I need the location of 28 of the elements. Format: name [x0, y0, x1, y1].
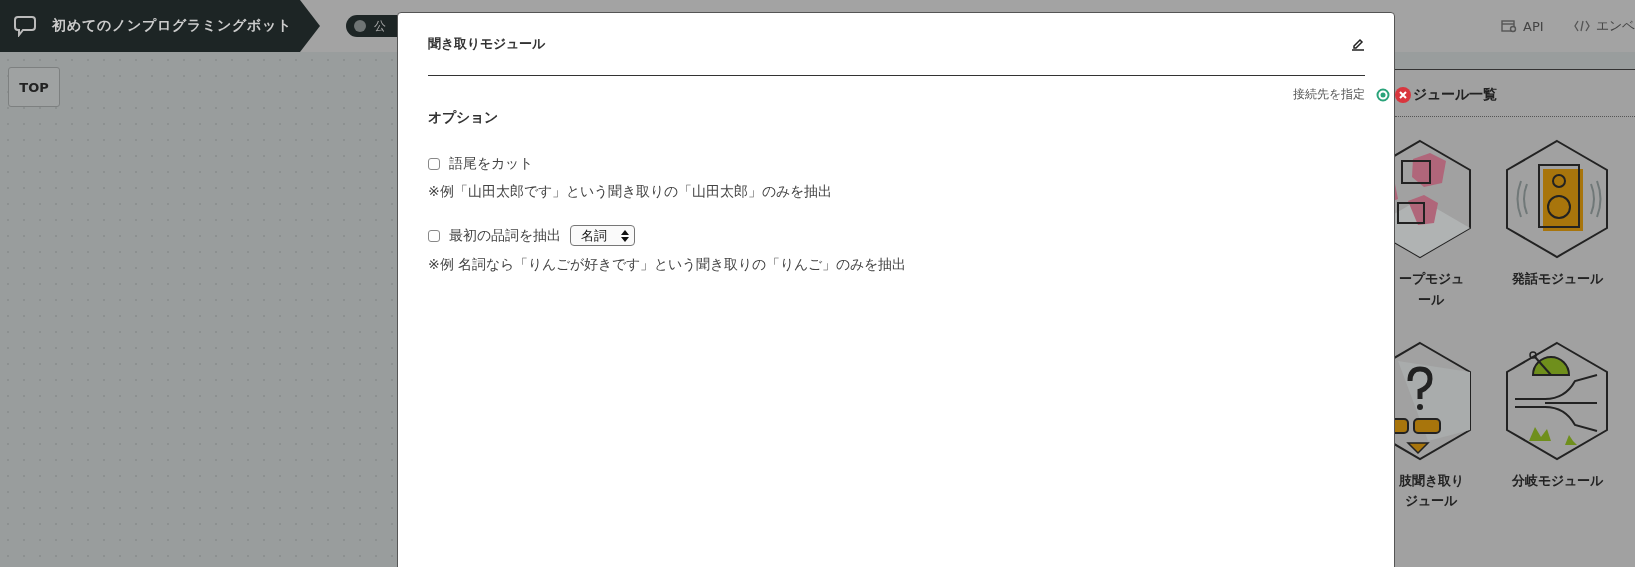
option-label: 語尾をカット: [449, 155, 533, 173]
close-icon[interactable]: [1395, 86, 1411, 103]
target-icon[interactable]: [1376, 87, 1390, 102]
code-icon: [1573, 20, 1590, 32]
option-note: ※例 名詞なら「りんごが好きです」という聞き取りの「りんご」のみを抽出: [428, 256, 908, 274]
module-label: 発話モジュール: [1511, 270, 1603, 288]
speaker-hex-icon[interactable]: [1505, 139, 1609, 259]
window-gear-icon: [1501, 19, 1517, 33]
section-title: オプション: [428, 109, 499, 127]
option-note: ※例「山田太郎です」という聞き取りの「山田太郎」のみを抽出: [428, 183, 833, 201]
checkbox[interactable]: [428, 229, 440, 242]
connect-label: 接続先を指定: [1293, 86, 1365, 103]
option-label: 最初の品詞を抽出: [449, 226, 561, 245]
bot-title: 初めてのノンプログラミングボット: [52, 17, 292, 35]
top-button[interactable]: TOP: [8, 67, 60, 107]
pencil-icon[interactable]: [1351, 37, 1365, 51]
chat-bubble-icon: [14, 15, 36, 37]
railway-hex-icon[interactable]: [1505, 340, 1609, 461]
embed-link[interactable]: エンベ: [1573, 17, 1635, 35]
updown-icon: [621, 229, 629, 242]
part-of-speech-select[interactable]: 名詞: [570, 225, 635, 246]
module-label: 分岐モジュール: [1511, 471, 1603, 490]
module-label: 肢聞き取りジュール: [1397, 471, 1465, 511]
checkbox[interactable]: [428, 158, 440, 170]
dialog-title: 聞き取りモジュール: [428, 35, 545, 53]
module-label: ープモジュール: [1397, 270, 1465, 309]
api-link[interactable]: API: [1501, 18, 1544, 34]
boxes-hex-icon[interactable]: [1395, 139, 1472, 259]
